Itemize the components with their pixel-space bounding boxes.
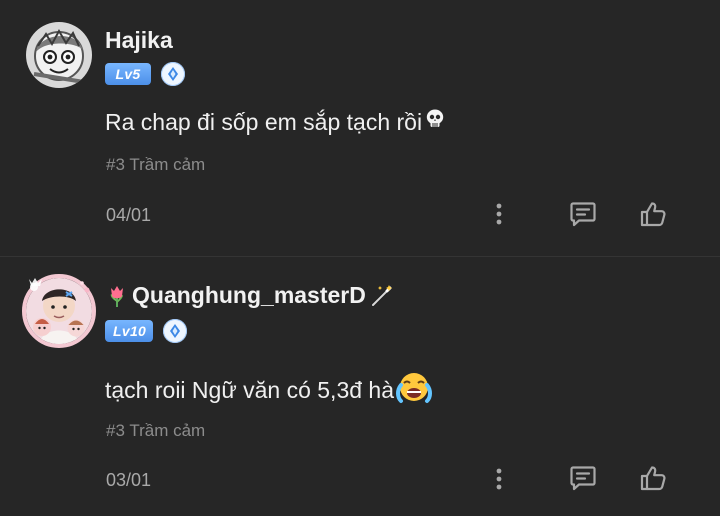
level-badge: Lv5 — [105, 63, 151, 85]
magic-wand-emoji-icon — [369, 284, 395, 308]
username-text[interactable]: Quanghung_masterD — [132, 282, 366, 309]
reply-icon — [570, 466, 596, 491]
user-badges: Lv10 — [105, 319, 187, 343]
reply-icon — [570, 202, 596, 227]
tulip-emoji-icon — [105, 284, 129, 308]
reply-button[interactable] — [566, 461, 600, 495]
comment-item: Hajika Lv5 Ra chap đi sốp em sắp tạch rồ… — [0, 0, 720, 257]
more-options-button[interactable] — [487, 199, 511, 229]
comment-message: tạch roii Ngữ văn có 5,3đ hà — [105, 370, 433, 410]
skull-emoji-icon — [424, 108, 446, 136]
loudly-crying-face-icon — [396, 370, 433, 410]
like-button[interactable] — [636, 461, 670, 495]
user-badges: Lv5 — [105, 62, 185, 86]
like-button[interactable] — [636, 197, 670, 231]
level-badge: Lv10 — [105, 320, 153, 342]
username-text[interactable]: Hajika — [105, 27, 173, 54]
rank-icon — [163, 319, 187, 343]
thumbs-up-icon — [640, 202, 666, 227]
username[interactable]: Quanghung_masterD — [105, 282, 395, 309]
more-vertical-icon — [496, 203, 502, 225]
comment-item: Quanghung_masterD Lv10 tạch roii Ngữ văn… — [0, 262, 720, 516]
reply-button[interactable] — [566, 197, 600, 231]
more-options-button[interactable] — [487, 464, 511, 494]
comment-date: 03/01 — [106, 470, 152, 490]
message-text: Ra chap đi sốp em sắp tạch rồi — [105, 108, 423, 135]
more-vertical-icon — [496, 468, 502, 490]
message-text: tạch roii Ngữ văn có 5,3đ hà — [105, 376, 395, 403]
rank-icon — [161, 62, 185, 86]
topic-tag[interactable]: #3 Trầm cảm — [106, 155, 205, 175]
avatar-image — [26, 22, 92, 88]
username[interactable]: Hajika — [105, 27, 173, 54]
avatar-frame-icon — [22, 274, 96, 348]
comment-divider — [0, 256, 720, 257]
topic-tag[interactable]: #3 Trầm cảm — [106, 421, 205, 441]
comment-message: Ra chap đi sốp em sắp tạch rồi — [105, 108, 446, 136]
avatar[interactable] — [26, 22, 92, 88]
thumbs-up-icon — [640, 466, 666, 491]
comment-date: 04/01 — [106, 205, 152, 225]
